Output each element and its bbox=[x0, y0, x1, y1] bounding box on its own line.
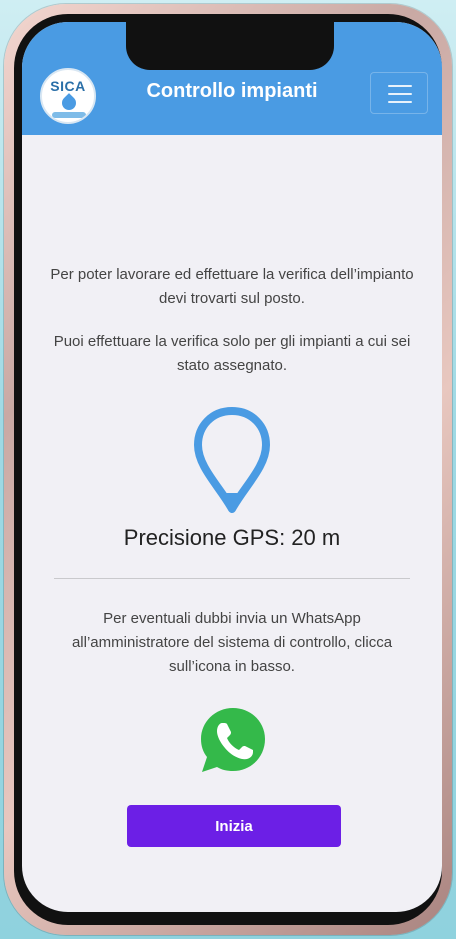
page-title: Controllo impianti bbox=[146, 80, 318, 102]
location-pin-icon bbox=[194, 407, 270, 513]
phone-notch bbox=[126, 22, 334, 70]
assignment-text: Puoi effettuare la verifica solo per gli… bbox=[53, 333, 411, 374]
main-content: Per poter lavorare ed effettuare la veri… bbox=[22, 135, 442, 912]
whatsapp-icon[interactable] bbox=[198, 705, 268, 775]
start-button[interactable]: Inizia bbox=[127, 805, 341, 847]
menu-bar-icon bbox=[388, 93, 412, 95]
help-text: Per eventuali dubbi invia un WhatsApp al… bbox=[71, 610, 393, 675]
app-screen: SICA Controllo impianti Per poter lavora… bbox=[22, 22, 442, 912]
sica-logo: SICA bbox=[40, 68, 96, 124]
logo-wave-icon bbox=[52, 112, 86, 118]
hamburger-menu-button[interactable] bbox=[370, 72, 428, 114]
menu-bar-icon bbox=[388, 101, 412, 103]
water-drop-icon bbox=[59, 93, 79, 113]
intro-text: Per poter lavorare ed effettuare la veri… bbox=[50, 266, 414, 307]
menu-bar-icon bbox=[388, 85, 412, 87]
logo-text: SICA bbox=[50, 78, 86, 94]
gps-precision: Precisione GPS: 20 m bbox=[123, 525, 341, 550]
divider bbox=[54, 578, 410, 579]
